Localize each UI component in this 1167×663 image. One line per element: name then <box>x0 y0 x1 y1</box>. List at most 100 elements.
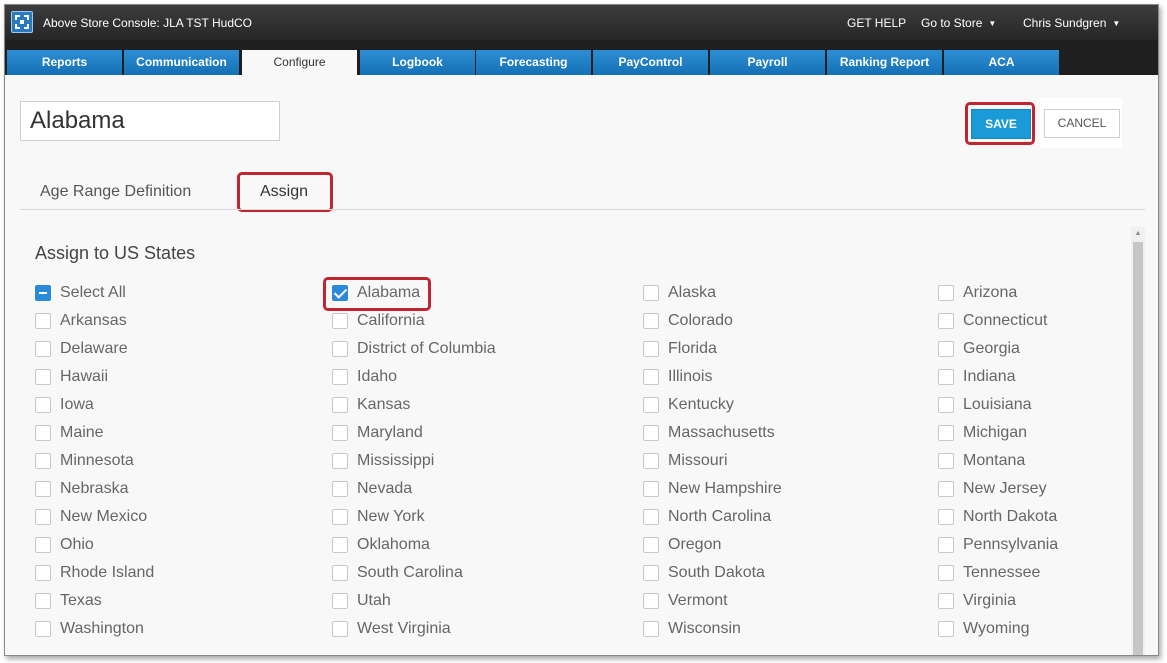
checkbox-icon <box>643 453 659 469</box>
tab-communication[interactable]: Communication <box>124 50 239 75</box>
tab-payroll[interactable]: Payroll <box>710 50 825 75</box>
state-checkbox-florida[interactable]: Florida <box>643 339 717 359</box>
state-checkbox-michigan[interactable]: Michigan <box>938 423 1027 443</box>
state-checkbox-rhode-island[interactable]: Rhode Island <box>35 563 154 583</box>
state-label: Wyoming <box>963 620 1030 637</box>
tab-assign[interactable]: Assign <box>260 183 308 201</box>
state-checkbox-missouri[interactable]: Missouri <box>643 451 728 471</box>
state-checkbox-louisiana[interactable]: Louisiana <box>938 395 1032 415</box>
state-checkbox-tennessee[interactable]: Tennessee <box>938 563 1040 583</box>
state-checkbox-connecticut[interactable]: Connecticut <box>938 311 1048 331</box>
state-checkbox-wisconsin[interactable]: Wisconsin <box>643 619 741 639</box>
state-checkbox-new-jersey[interactable]: New Jersey <box>938 479 1047 499</box>
get-help-link[interactable]: GET HELP <box>847 16 906 30</box>
state-checkbox-indiana[interactable]: Indiana <box>938 367 1016 387</box>
checkbox-icon <box>643 285 659 301</box>
tab-logbook[interactable]: Logbook <box>360 50 475 75</box>
state-checkbox-arizona[interactable]: Arizona <box>938 283 1017 303</box>
state-label: Maine <box>60 424 104 441</box>
state-label: Oregon <box>668 536 722 553</box>
state-checkbox-hawaii[interactable]: Hawaii <box>35 367 108 387</box>
state-checkbox-pennsylvania[interactable]: Pennsylvania <box>938 535 1058 555</box>
name-field[interactable] <box>20 101 280 141</box>
scrollbar-thumb[interactable] <box>1133 242 1143 655</box>
chevron-down-icon: ▼ <box>988 19 997 28</box>
state-checkbox-new-hampshire[interactable]: New Hampshire <box>643 479 782 499</box>
state-label: Rhode Island <box>60 564 155 581</box>
state-checkbox-wyoming[interactable]: Wyoming <box>938 619 1030 639</box>
state-checkbox-washington[interactable]: Washington <box>35 619 144 639</box>
tab-ranking-report[interactable]: Ranking Report <box>827 50 942 75</box>
state-checkbox-california[interactable]: California <box>332 311 425 331</box>
checkbox-icon <box>35 593 51 609</box>
state-checkbox-illinois[interactable]: Illinois <box>643 367 712 387</box>
checkbox-checked-icon <box>332 285 348 301</box>
tab-age-range-definition[interactable]: Age Range Definition <box>40 183 191 201</box>
state-checkbox-ohio[interactable]: Ohio <box>35 535 94 555</box>
state-checkbox-minnesota[interactable]: Minnesota <box>35 451 134 471</box>
save-button[interactable]: SAVE <box>971 109 1031 139</box>
tab-forecasting[interactable]: Forecasting <box>476 50 591 75</box>
checkbox-icon <box>938 341 954 357</box>
state-checkbox-vermont[interactable]: Vermont <box>643 591 728 611</box>
state-checkbox-virginia[interactable]: Virginia <box>938 591 1016 611</box>
state-checkbox-oregon[interactable]: Oregon <box>643 535 721 555</box>
tab-configure[interactable]: Configure <box>242 50 357 75</box>
go-to-store-menu[interactable]: Go to Store ▼ <box>921 16 996 30</box>
tab-aca[interactable]: ACA <box>944 50 1059 75</box>
state-checkbox-nevada[interactable]: Nevada <box>332 479 412 499</box>
state-checkbox-texas[interactable]: Texas <box>35 591 102 611</box>
tab-reports[interactable]: Reports <box>7 50 122 75</box>
state-checkbox-utah[interactable]: Utah <box>332 591 391 611</box>
checkbox-icon <box>938 593 954 609</box>
app-window: Above Store Console: JLA TST HudCO GET H… <box>4 4 1159 656</box>
tab-paycontrol[interactable]: PayControl <box>593 50 708 75</box>
state-checkbox-arkansas[interactable]: Arkansas <box>35 311 127 331</box>
state-label: South Carolina <box>357 564 463 581</box>
state-checkbox-delaware[interactable]: Delaware <box>35 339 128 359</box>
state-checkbox-alabama[interactable]: Alabama <box>332 283 420 303</box>
state-checkbox-new-mexico[interactable]: New Mexico <box>35 507 147 527</box>
checkbox-icon <box>35 369 51 385</box>
state-checkbox-district-of-columbia[interactable]: District of Columbia <box>332 339 496 359</box>
state-checkbox-mississippi[interactable]: Mississippi <box>332 451 434 471</box>
state-checkbox-idaho[interactable]: Idaho <box>332 367 397 387</box>
state-label: Maryland <box>357 424 423 441</box>
cancel-button[interactable]: CANCEL <box>1044 109 1120 138</box>
checkbox-icon <box>332 621 348 637</box>
state-label: Massachusetts <box>668 424 775 441</box>
state-label: Mississippi <box>357 452 435 469</box>
state-checkbox-new-york[interactable]: New York <box>332 507 425 527</box>
checkbox-icon <box>643 425 659 441</box>
state-label: Pennsylvania <box>963 536 1059 553</box>
state-checkbox-west-virginia[interactable]: West Virginia <box>332 619 451 639</box>
state-label: Connecticut <box>963 312 1048 329</box>
state-label: Oklahoma <box>357 536 430 553</box>
state-checkbox-kansas[interactable]: Kansas <box>332 395 410 415</box>
tab-divider <box>20 209 1145 210</box>
state-checkbox-north-dakota[interactable]: North Dakota <box>938 507 1057 527</box>
user-menu[interactable]: Chris Sundgren ▼ <box>1023 16 1120 30</box>
state-checkbox-alaska[interactable]: Alaska <box>643 283 716 303</box>
state-label: New York <box>357 508 425 525</box>
state-checkbox-maine[interactable]: Maine <box>35 423 104 443</box>
state-checkbox-nebraska[interactable]: Nebraska <box>35 479 128 499</box>
state-checkbox-south-carolina[interactable]: South Carolina <box>332 563 463 583</box>
state-checkbox-south-dakota[interactable]: South Dakota <box>643 563 765 583</box>
select-all-checkbox[interactable]: Select All <box>35 283 126 303</box>
state-checkbox-north-carolina[interactable]: North Carolina <box>643 507 771 527</box>
state-checkbox-colorado[interactable]: Colorado <box>643 311 733 331</box>
state-checkbox-maryland[interactable]: Maryland <box>332 423 423 443</box>
state-checkbox-massachusetts[interactable]: Massachusetts <box>643 423 775 443</box>
state-label: Kansas <box>357 396 411 413</box>
checkbox-icon <box>938 425 954 441</box>
state-checkbox-georgia[interactable]: Georgia <box>938 339 1020 359</box>
state-label: Delaware <box>60 340 128 357</box>
state-checkbox-iowa[interactable]: Iowa <box>35 395 94 415</box>
scroll-up-arrow-icon[interactable]: ▲ <box>1131 227 1145 241</box>
state-checkbox-oklahoma[interactable]: Oklahoma <box>332 535 430 555</box>
app-logo-icon <box>11 11 33 33</box>
state-checkbox-montana[interactable]: Montana <box>938 451 1025 471</box>
state-checkbox-kentucky[interactable]: Kentucky <box>643 395 734 415</box>
state-label: North Carolina <box>668 508 772 525</box>
